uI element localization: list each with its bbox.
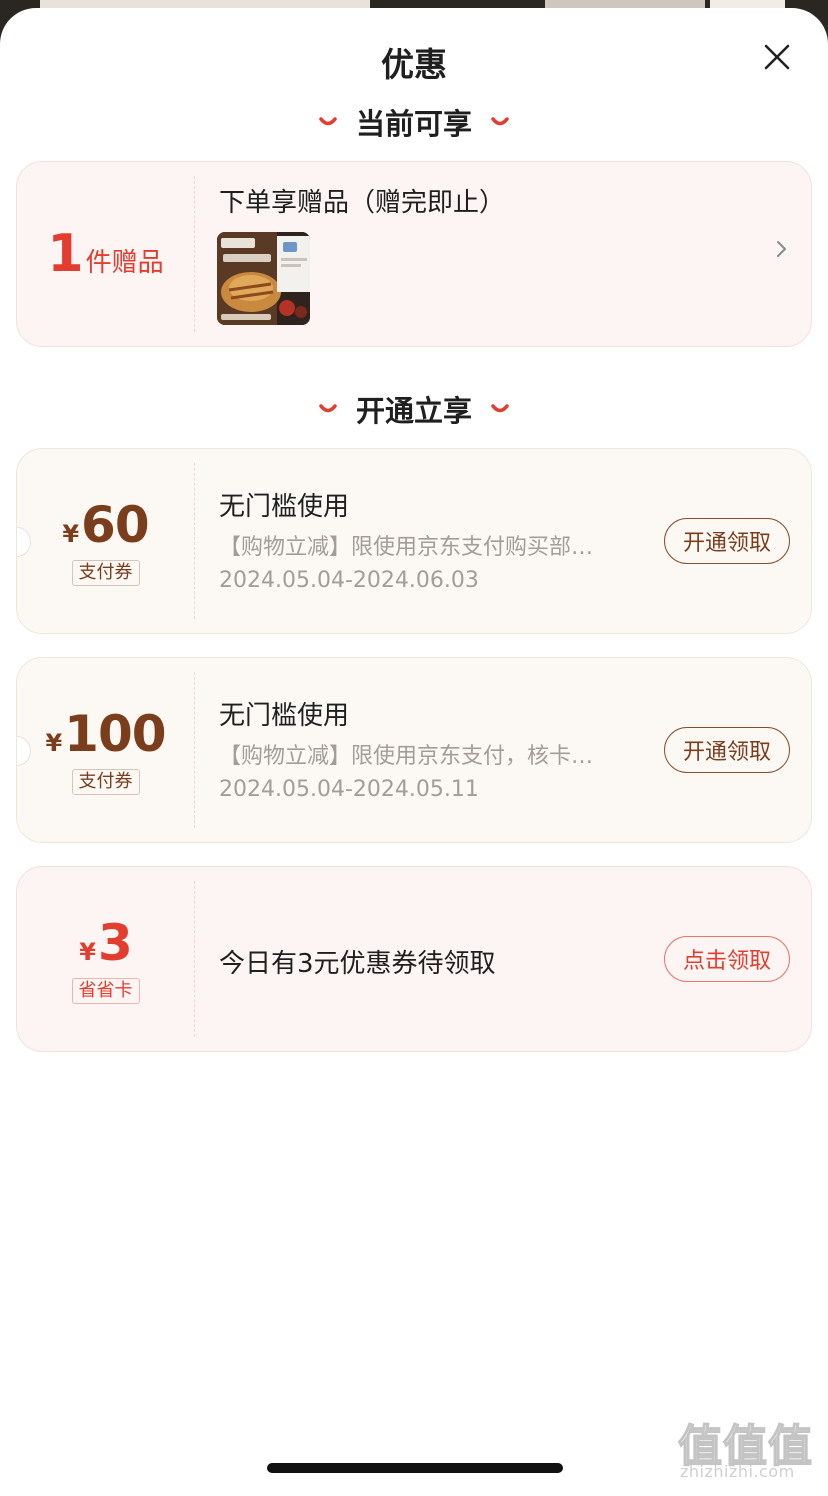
section-header-open: 开通立享 bbox=[0, 389, 828, 429]
smile-decoration-icon bbox=[491, 117, 509, 126]
currency-symbol: ¥ bbox=[62, 520, 80, 548]
saver-title: 今日有3元优惠券待领取 bbox=[219, 949, 496, 979]
coupon-card: ¥ 60 支付券 无门槛使用 【购物立减】限使用京东支付购买部… 2024.05… bbox=[16, 448, 812, 634]
saver-type-tag: 省省卡 bbox=[71, 978, 140, 1004]
coupon-type-tag: 支付券 bbox=[71, 560, 140, 586]
activate-claim-button[interactable]: 开通领取 bbox=[664, 518, 790, 564]
smile-decoration-icon bbox=[319, 117, 337, 126]
watermark: 值值值 zhizhizhi.com bbox=[677, 1410, 824, 1484]
coupon-description: 【购物立减】限使用京东支付，核卡… bbox=[219, 744, 594, 769]
coupon-value-area: ¥ 100 支付券 bbox=[17, 658, 194, 842]
smile-decoration-icon bbox=[319, 404, 337, 413]
chevron-right-icon[interactable] bbox=[775, 238, 789, 260]
gift-title: 下单享赠品（赠完即止） bbox=[219, 188, 506, 218]
gift-count-unit: 件赠品 bbox=[85, 248, 164, 278]
smile-decoration-icon bbox=[491, 404, 509, 413]
saver-card: ¥ 3 省省卡 今日有3元优惠券待领取 点击领取 bbox=[16, 866, 812, 1052]
product-image bbox=[217, 232, 310, 325]
coupon-description: 【购物立减】限使用京东支付购买部… bbox=[219, 535, 594, 560]
gift-count-area: 1 件赠品 bbox=[17, 162, 194, 346]
currency-symbol: ¥ bbox=[45, 729, 63, 757]
gift-offer-card[interactable]: 1 件赠品 下单享赠品（赠完即止） bbox=[16, 161, 812, 347]
coupon-validity: 2024.05.04-2024.05.11 bbox=[219, 777, 479, 802]
coupon-validity: 2024.05.04-2024.06.03 bbox=[219, 568, 479, 593]
coupon-card: ¥ 100 支付券 无门槛使用 【购物立减】限使用京东支付，核卡… 2024.0… bbox=[16, 657, 812, 843]
dashed-divider bbox=[194, 176, 195, 332]
sheet-title: 优惠 bbox=[381, 45, 447, 84]
claim-button[interactable]: 点击领取 bbox=[664, 936, 790, 982]
coupon-amount-value: 60 bbox=[81, 496, 150, 554]
coupon-type-tag: 支付券 bbox=[71, 769, 140, 795]
product-thumbnail[interactable] bbox=[217, 232, 310, 325]
saver-value-area: ¥ 3 省省卡 bbox=[17, 867, 194, 1051]
dashed-divider bbox=[194, 881, 195, 1037]
coupon-title: 无门槛使用 bbox=[219, 701, 350, 731]
coupon-amount-value: 100 bbox=[64, 705, 166, 763]
saver-amount-value: 3 bbox=[97, 914, 133, 972]
close-button[interactable] bbox=[752, 38, 802, 80]
currency-symbol: ¥ bbox=[79, 938, 96, 966]
gift-count-number: 1 bbox=[47, 224, 84, 284]
dashed-divider bbox=[194, 672, 195, 828]
dashed-divider bbox=[194, 463, 195, 619]
coupon-amount: ¥ 100 bbox=[45, 705, 166, 763]
activate-claim-button[interactable]: 开通领取 bbox=[664, 727, 790, 773]
watermark-url: zhizhizhi.com bbox=[680, 1462, 795, 1481]
section-header-current: 当前可享 bbox=[0, 102, 828, 142]
coupon-amount: ¥ 60 bbox=[62, 496, 150, 554]
gift-count: 1 件赠品 bbox=[47, 224, 163, 284]
coupon-value-area: ¥ 60 支付券 bbox=[17, 449, 194, 633]
offers-sheet: 优惠 当前可享 1 件赠品 下单享赠品（赠完即止） 开通立享 ¥ 60 支付券 … bbox=[0, 8, 828, 1496]
home-indicator[interactable] bbox=[267, 1463, 563, 1473]
section-title: 当前可享 bbox=[355, 107, 472, 141]
section-title: 开通立享 bbox=[355, 394, 472, 428]
saver-amount: ¥ 3 bbox=[79, 914, 132, 972]
coupon-title: 无门槛使用 bbox=[219, 492, 350, 522]
close-icon bbox=[764, 44, 790, 70]
